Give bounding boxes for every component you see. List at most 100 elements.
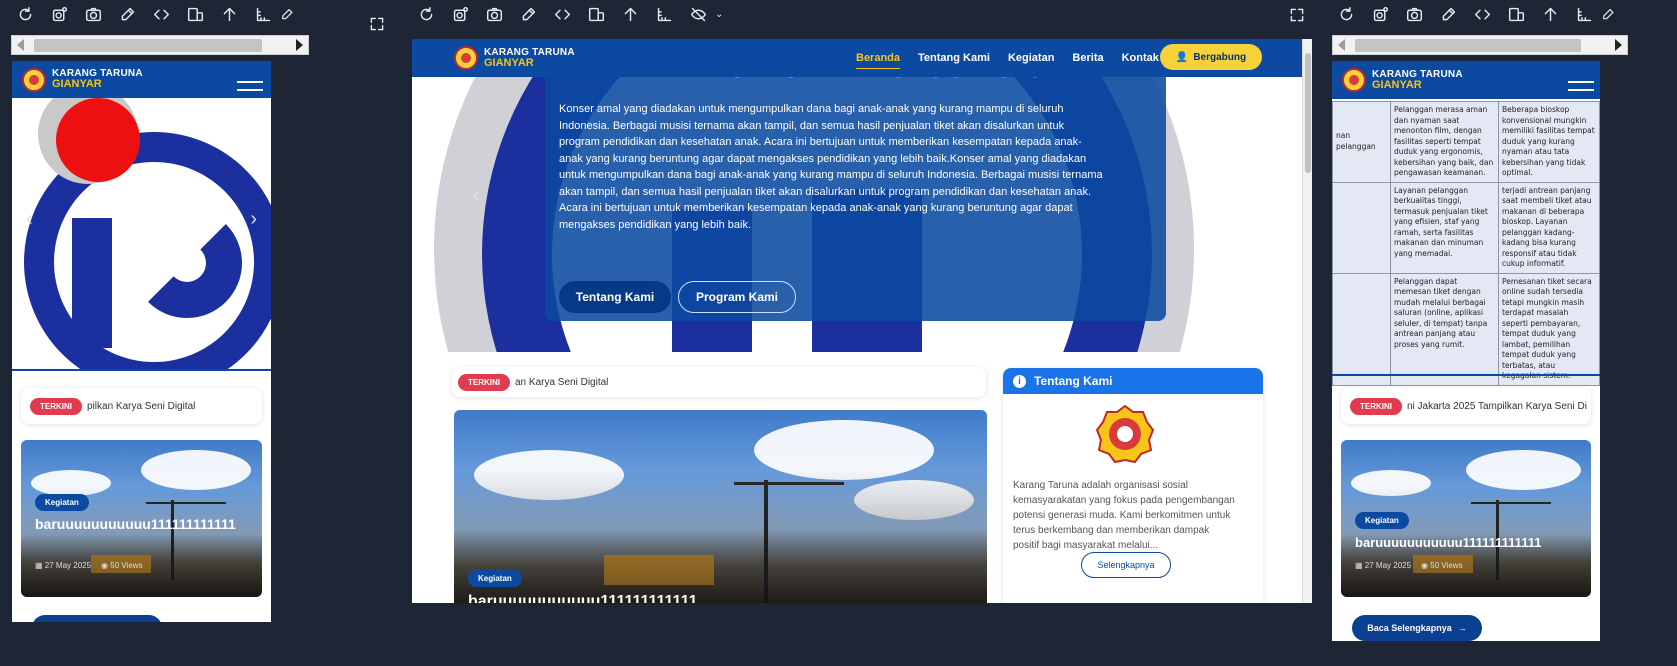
- brand[interactable]: KARANG TARUNA GIANYAR: [22, 67, 143, 92]
- logo-red-dot: [56, 98, 140, 182]
- news-date: 27 May 2025: [44, 561, 92, 570]
- expand-icon[interactable]: [366, 13, 388, 35]
- news-title[interactable]: baruuuuuuuuuuu111111111111: [1355, 535, 1581, 551]
- news-card[interactable]: Kegiatan baruuuuuuuuuuu111111111111 ▦ 27…: [21, 440, 262, 597]
- breaking-ticker[interactable]: pilkan Karya Seni Digital: [87, 401, 195, 412]
- left-devtools-toolbar: [8, 2, 294, 26]
- nav-tentang-kami[interactable]: Tentang Kami: [918, 52, 990, 69]
- brand-title: KARANG TARUNA: [1372, 68, 1463, 80]
- camera-icon[interactable]: [1397, 2, 1431, 26]
- responsive-icon[interactable]: [1499, 2, 1533, 26]
- nav-berita[interactable]: Berita: [1072, 52, 1103, 69]
- about-header: i Tentang Kami: [1003, 368, 1263, 394]
- camera-icon[interactable]: [76, 2, 110, 26]
- screenshot-settings-icon[interactable]: [42, 2, 76, 26]
- arrow-up-icon[interactable]: [212, 2, 246, 26]
- nav-kontak[interactable]: Kontak: [1122, 52, 1159, 69]
- eyedropper-icon-partial[interactable]: [280, 2, 294, 26]
- code-icon[interactable]: [144, 2, 178, 26]
- news-card[interactable]: Kegiatan baruuuuuuuuuuu111111111111: [454, 410, 987, 603]
- ruler-icon[interactable]: [246, 2, 280, 26]
- logo-letter-i: [72, 218, 112, 348]
- news-card[interactable]: Kegiatan baruuuuuuuuuuu111111111111 ▦ 27…: [1341, 440, 1591, 597]
- code-icon[interactable]: [545, 2, 579, 26]
- screenshot-settings-icon[interactable]: [1363, 2, 1397, 26]
- eyedropper-icon[interactable]: [511, 2, 545, 26]
- about-text: Karang Taruna adalah organisasi sosial k…: [1013, 480, 1235, 551]
- code-icon[interactable]: [1465, 2, 1499, 26]
- about-us-button[interactable]: Tentang Kami: [559, 281, 671, 313]
- read-more-button[interactable]: Baca Selengkapnya →: [1352, 615, 1482, 641]
- calendar-icon: ▦ 27 May 2025: [35, 561, 92, 570]
- eyedropper-icon[interactable]: [1431, 2, 1465, 26]
- brand[interactable]: KARANG TARUNA GIANYAR: [1342, 68, 1463, 92]
- scroll-right-icon[interactable]: [1615, 39, 1622, 51]
- brand-logo: [22, 67, 46, 92]
- hamburger-menu-icon[interactable]: [237, 73, 263, 91]
- brand-subtitle: GIANYAR: [1372, 78, 1422, 91]
- category-badge[interactable]: Kegiatan: [35, 494, 89, 511]
- hide-icon[interactable]: [681, 2, 715, 26]
- screenshot-settings-icon[interactable]: [443, 2, 477, 26]
- breaking-news-bar: TERKINI ni Jakarta 2025 Tampilkan Karya …: [1341, 388, 1591, 424]
- nav-kegiatan[interactable]: Kegiatan: [1008, 52, 1054, 69]
- reload-icon[interactable]: [409, 2, 443, 26]
- news-title[interactable]: baruuuuuuuuuuu111111111111: [35, 516, 247, 533]
- right-mobile-frame: KARANG TARUNA GIANYAR nan pelanggan Pela…: [1332, 61, 1600, 641]
- right-horizontal-scrollbar[interactable]: [1332, 35, 1628, 55]
- hero-slide-table-image: nan pelanggan Pelanggan merasa aman dan …: [1332, 101, 1600, 386]
- navbar: KARANG TARUNA GIANYAR Beranda Tentang Ka…: [412, 39, 1312, 77]
- responsive-icon[interactable]: [579, 2, 613, 26]
- carousel-prev-icon[interactable]: ‹: [26, 208, 33, 231]
- reload-icon[interactable]: [1329, 2, 1363, 26]
- arrow-up-icon[interactable]: [1533, 2, 1567, 26]
- card-overlay: [454, 410, 987, 603]
- reload-icon[interactable]: [8, 2, 42, 26]
- arrow-up-icon[interactable]: [613, 2, 647, 26]
- info-icon: i: [1013, 374, 1026, 388]
- responsive-icon[interactable]: [178, 2, 212, 26]
- breaking-ticker[interactable]: ni Jakarta 2025 Tampilkan Karya Seni Di: [1407, 401, 1587, 412]
- about-heading: Tentang Kami: [1034, 374, 1113, 388]
- eyedropper-icon[interactable]: [110, 2, 144, 26]
- ruler-icon[interactable]: [647, 2, 681, 26]
- scroll-right-icon[interactable]: [296, 39, 303, 51]
- table-cell: [1332, 181, 1391, 274]
- user-plus-icon: 👤: [1175, 51, 1189, 63]
- join-label: Bergabung: [1193, 51, 1247, 63]
- brand[interactable]: KARANG TARUNA GIANYAR: [454, 46, 575, 70]
- carousel-next-icon[interactable]: ›: [250, 208, 257, 231]
- eye-icon: ◉ 50 Views: [1421, 561, 1463, 570]
- scroll-left-icon[interactable]: [17, 39, 24, 51]
- scroll-thumb[interactable]: [1355, 39, 1581, 52]
- vertical-scrollbar[interactable]: [1302, 39, 1312, 603]
- read-more-button[interactable]: Baca Selengkapnya: [32, 615, 162, 622]
- left-mobile-frame: KARANG TARUNA GIANYAR ‹ › TERKINI pilkan…: [12, 61, 271, 622]
- our-program-button[interactable]: Program Kami: [678, 281, 796, 313]
- scroll-thumb[interactable]: [1305, 53, 1311, 173]
- chevron-down-icon[interactable]: ⌄: [715, 2, 729, 26]
- about-more-button[interactable]: Selengkapnya: [1081, 552, 1171, 578]
- news-meta: ▦ 27 May 2025 ◉ 50 Views: [35, 561, 143, 570]
- eyedropper-icon-partial[interactable]: [1601, 2, 1615, 26]
- scroll-left-icon[interactable]: [1338, 39, 1345, 51]
- breaking-ticker[interactable]: an Karya Seni Digital: [515, 377, 608, 388]
- nav-beranda[interactable]: Beranda: [856, 52, 901, 69]
- table-cell: Pemesanan tiket secara online sudah ters…: [1498, 272, 1600, 386]
- table-cell: Pelanggan dapat memesan tiket dengan mud…: [1390, 272, 1499, 386]
- carousel-prev-icon[interactable]: ‹: [472, 179, 481, 210]
- category-badge[interactable]: Kegiatan: [1355, 512, 1409, 529]
- table-cell: [1332, 272, 1391, 386]
- news-title[interactable]: baruuuuuuuuuuu111111111111: [468, 593, 968, 603]
- category-badge[interactable]: Kegiatan: [468, 570, 522, 587]
- left-horizontal-scrollbar[interactable]: [11, 35, 309, 55]
- ruler-icon[interactable]: [1567, 2, 1601, 26]
- camera-icon[interactable]: [477, 2, 511, 26]
- hamburger-menu-icon[interactable]: [1568, 73, 1594, 91]
- arrow-right-icon: →: [1457, 623, 1467, 633]
- join-button[interactable]: 👤 Bergabung: [1160, 44, 1262, 70]
- expand-icon[interactable]: [1286, 4, 1308, 26]
- scroll-thumb[interactable]: [34, 39, 262, 52]
- news-meta: ▦ 27 May 2025 ◉ 50 Views: [1355, 561, 1463, 570]
- brand-logo: [454, 46, 478, 70]
